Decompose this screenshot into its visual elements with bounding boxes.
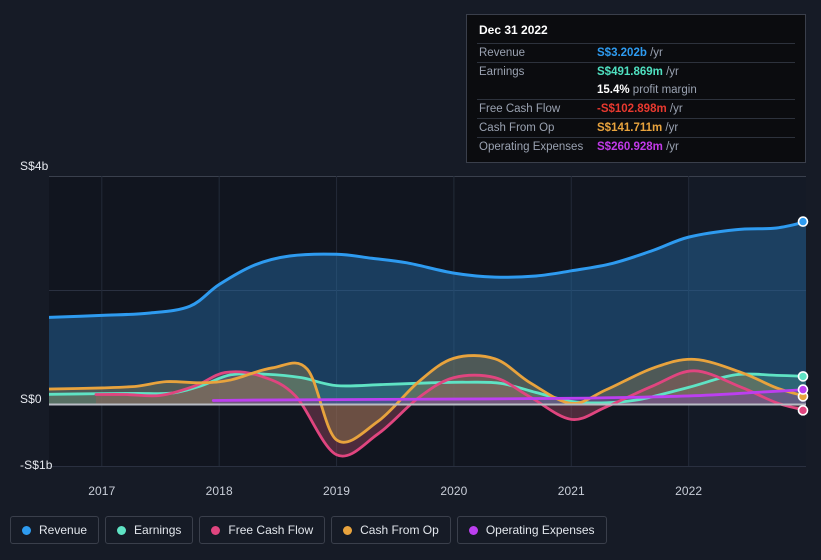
tooltip-row-label [477, 81, 595, 100]
legend-item-earnings[interactable]: Earnings [105, 516, 194, 544]
legend-item-label: Free Cash Flow [228, 523, 314, 537]
legend-color-dot-icon [468, 525, 478, 535]
y-axis-label-zero: S$0 [20, 392, 42, 406]
legend-item-label: Operating Expenses [485, 523, 595, 537]
data-tooltip: Dec 31 2022 Revenue S$3.202b /yr Earnings S… [466, 14, 806, 163]
tooltip-value-unit: /yr [646, 47, 663, 59]
legend-item-operating-expenses[interactable]: Operating Expenses [456, 516, 607, 544]
legend-color-dot-icon [22, 525, 31, 535]
legend-color-dot-icon [343, 525, 353, 535]
endpoint-marker-free-cash-flow [797, 405, 809, 416]
tooltip-row-label: Free Cash Flow [479, 103, 561, 115]
tooltip-row-value: S$260.928m /yr [595, 138, 795, 157]
tooltip-row-label: Earnings [479, 66, 525, 78]
x-axis-tick-2017: 2017 [88, 484, 116, 498]
tooltip-value-unit: /yr [662, 66, 679, 78]
legend-item-revenue[interactable]: Revenue [10, 516, 100, 544]
tooltip-row: Cash From Op S$141.711m /yr [477, 118, 795, 138]
tooltip-value-amount: S$491.869m [597, 66, 663, 78]
tooltip-value-unit: /yr [666, 103, 683, 115]
tooltip-row-value: -S$102.898m /yr [595, 100, 795, 119]
tooltip-row: Operating Expenses S$260.928m /yr [477, 137, 795, 157]
legend-item-free-cash-flow[interactable]: Free Cash Flow [199, 516, 326, 544]
tooltip-row: Revenue S$3.202b /yr [477, 43, 795, 63]
x-axis-tick-2019: 2019 [322, 484, 351, 498]
x-axis-tick-2021: 2021 [557, 484, 585, 498]
tooltip-value-amount: 15.4% [597, 84, 630, 96]
legend-item-cash-from-op[interactable]: Cash From Op [331, 516, 451, 544]
tooltip-value-amount: S$141.711m [597, 122, 663, 134]
x-axis-tick-2018: 2018 [205, 484, 233, 498]
tooltip-row: 15.4% profit margin [477, 81, 795, 100]
endpoint-marker-earnings [797, 371, 809, 382]
tooltip-row-value: S$491.869m /yr [595, 63, 795, 82]
legend-color-dot-icon [211, 525, 221, 535]
x-axis-tick-2022: 2022 [675, 484, 703, 498]
endpoint-marker-operating-expenses [797, 384, 809, 395]
tooltip-value-amount: -S$102.898m [597, 103, 667, 115]
tooltip-row-value: S$3.202b /yr [595, 44, 795, 63]
tooltip-row-label: Cash From Op [479, 122, 555, 134]
tooltip-row-value: 15.4% profit margin [595, 81, 795, 100]
tooltip-row-label: Operating Expenses [479, 141, 584, 153]
tooltip-table: Revenue S$3.202b /yr Earnings S$491.869m /y… [477, 43, 795, 156]
legend-item-label: Earnings [134, 523, 182, 537]
y-axis-label-top: S$4b [20, 159, 49, 173]
chart-legend[interactable]: Revenue Earnings Free Cash Flow Cash From O… [10, 516, 607, 544]
tooltip-row-label: Revenue [479, 47, 526, 59]
tooltip-value-amount: S$3.202b [597, 47, 647, 59]
tooltip-value-amount: S$260.928m [597, 141, 663, 153]
tooltip-row: Free Cash Flow -S$102.898m /yr [477, 99, 795, 119]
x-axis-tick-2020: 2020 [440, 484, 468, 498]
legend-color-dot-icon [117, 525, 127, 535]
legend-item-label: Revenue [39, 523, 88, 537]
legend-item-label: Cash From Op [360, 523, 439, 537]
tooltip-row-value: S$141.711m /yr [595, 119, 795, 138]
financial-chart: S$4b S$0 -S$1b 2017 2018 2019 2020 2021 2022 … [0, 0, 821, 560]
y-axis-label-bottom: -S$1b [20, 458, 53, 472]
tooltip-row: Earnings S$491.869m /yr [477, 62, 795, 82]
tooltip-value-unit: profit margin [629, 84, 697, 96]
endpoint-marker-revenue [797, 216, 809, 227]
tooltip-date: Dec 31 2022 [479, 23, 548, 37]
tooltip-value-unit: /yr [662, 122, 679, 134]
tooltip-value-unit: /yr [662, 141, 679, 153]
